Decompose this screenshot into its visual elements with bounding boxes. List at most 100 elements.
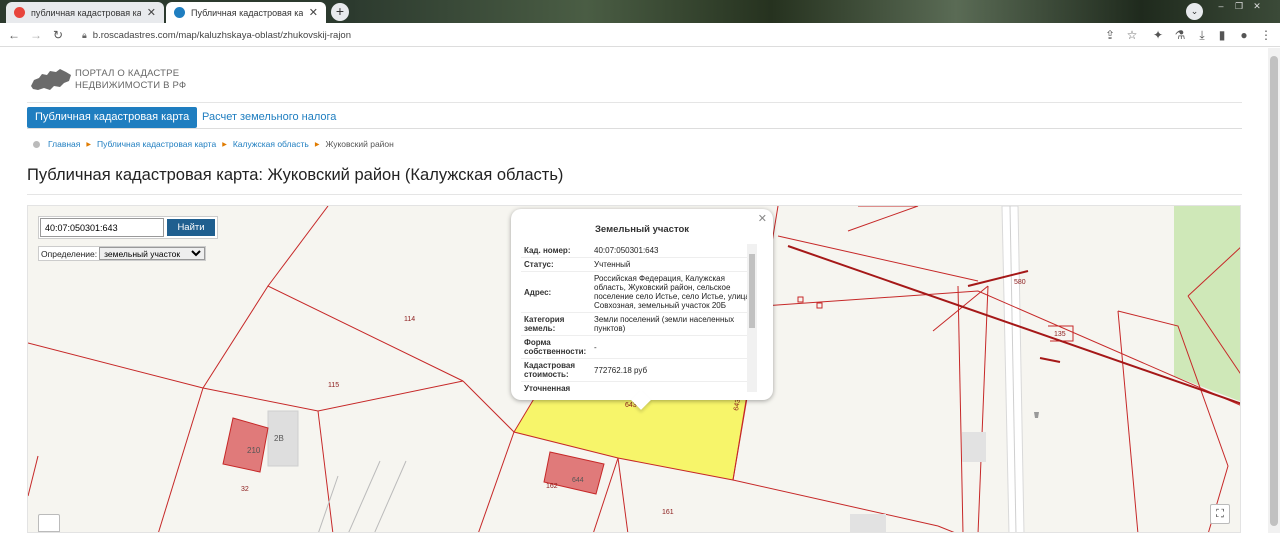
page-scroll-thumb[interactable] bbox=[1270, 56, 1278, 526]
building-label: 644 bbox=[572, 477, 584, 484]
popup-title: Земельный участок bbox=[594, 224, 690, 235]
parcel-label: 161 bbox=[662, 509, 674, 516]
marker bbox=[816, 302, 823, 309]
forward-icon[interactable]: → bbox=[28, 27, 44, 43]
breadcrumb-region[interactable]: Калужская область bbox=[233, 139, 309, 149]
parcel-label: 162 bbox=[546, 483, 558, 490]
find-button[interactable]: Найти bbox=[167, 219, 215, 236]
row-key: Уточненная bbox=[521, 381, 591, 392]
trash-icon bbox=[1034, 412, 1039, 418]
address-bar[interactable]: 🔒︎ b.roscadastres.com/map/kaluzhskaya-ob… bbox=[74, 25, 1154, 45]
breadcrumb: Главная ▶ Публичная кадастровая карта ▶ … bbox=[33, 139, 394, 149]
maximize-icon[interactable]: ❐ bbox=[1230, 0, 1248, 14]
russia-map-icon bbox=[31, 69, 71, 90]
browser-toolbar: ← → ↻ 🔒︎ b.roscadastres.com/map/kaluzhsk… bbox=[0, 23, 1280, 47]
browser-tab-1[interactable]: публичная кадастровая карта ж ✕ bbox=[6, 2, 164, 23]
page-title: Публичная кадастровая карта: Жуковский р… bbox=[27, 166, 564, 184]
parcel-label: 32 bbox=[241, 486, 249, 493]
table-row: Кад. номер: 40:07:050301:643 bbox=[521, 244, 757, 258]
popup-scrollbar[interactable] bbox=[747, 244, 757, 392]
zoom-control[interactable] bbox=[38, 514, 60, 532]
building-label: 2В bbox=[274, 434, 284, 443]
tabbar-background bbox=[355, 0, 1280, 23]
definition-row: Определение: земельный участок bbox=[38, 246, 207, 261]
site-favicon-icon bbox=[174, 7, 185, 18]
row-key: Кадастровая стоимость: bbox=[521, 358, 591, 382]
cadastral-map[interactable]: 114 115 32 162 161 580 135 643 643 210 2… bbox=[27, 205, 1241, 533]
share-icon[interactable]: ⇪ bbox=[1102, 27, 1118, 43]
bookmark-star-icon[interactable]: ☆ bbox=[1124, 27, 1140, 43]
page-scrollbar[interactable] bbox=[1268, 48, 1280, 533]
close-tab-icon[interactable]: ✕ bbox=[147, 6, 156, 19]
window-close-icon[interactable]: ✕ bbox=[1248, 0, 1266, 14]
road-edge bbox=[318, 475, 339, 532]
breadcrumb-current: Жуковский район bbox=[325, 139, 394, 149]
parcel-label: 114 bbox=[404, 316, 415, 323]
extensions-icon[interactable]: ✦ bbox=[1150, 27, 1166, 43]
url-text: b.roscadastres.com/map/kaluzhskaya-oblas… bbox=[92, 29, 351, 41]
green-area bbox=[1174, 206, 1240, 402]
nav-underline bbox=[27, 128, 1242, 129]
table-row: Уточненная bbox=[521, 381, 757, 392]
tab-title: Публичная кадастровая карта: Ж bbox=[191, 7, 303, 18]
breadcrumb-arrow-icon: ▶ bbox=[314, 141, 320, 148]
row-key: Статус: bbox=[521, 257, 591, 272]
popup-scroll-thumb[interactable] bbox=[749, 254, 755, 328]
cadastral-number-input[interactable] bbox=[40, 218, 164, 237]
breadcrumb-arrow-icon: ▶ bbox=[222, 141, 227, 148]
power-line bbox=[1039, 357, 1061, 363]
nav-tab-land-tax[interactable]: Расчет земельного налога bbox=[194, 107, 344, 128]
lab-icon[interactable]: ⚗ bbox=[1172, 27, 1188, 43]
download-icon[interactable]: ⤓ bbox=[1194, 27, 1210, 43]
building-unregistered bbox=[850, 514, 886, 532]
row-value: 772762.18 руб bbox=[591, 358, 757, 382]
minimize-icon[interactable]: – bbox=[1212, 0, 1230, 14]
road-edge bbox=[348, 460, 381, 532]
row-value: Земли поселений (земли населенных пункто… bbox=[591, 312, 757, 336]
row-key: Категория земель: bbox=[521, 312, 591, 336]
reload-icon[interactable]: ↻ bbox=[50, 27, 66, 43]
building-label: 210 bbox=[247, 446, 261, 455]
divider bbox=[27, 194, 1242, 195]
menu-icon[interactable]: ⋮ bbox=[1258, 27, 1274, 43]
breadcrumb-home[interactable]: Главная bbox=[48, 139, 80, 149]
lock-icon: 🔒︎ bbox=[82, 29, 87, 40]
browser-tab-bar: публичная кадастровая карта ж ✕ Публична… bbox=[0, 0, 1280, 23]
popup-body: Кад. номер: 40:07:050301:643 Статус: Учтен… bbox=[521, 244, 757, 392]
site-logo[interactable]: ПОРТАЛ О КАДАСТРЕ НЕДВИЖИМОСТИ В РФ bbox=[30, 64, 190, 100]
parcel-label: 580 bbox=[1014, 279, 1026, 286]
row-value: - bbox=[591, 335, 757, 359]
road-edge bbox=[374, 460, 407, 532]
location-pin-icon bbox=[33, 140, 40, 148]
tab-title: публичная кадастровая карта ж bbox=[31, 7, 141, 18]
row-key: Форма собственности: bbox=[521, 335, 591, 359]
browser-tab-2[interactable]: Публичная кадастровая карта: Ж ✕ bbox=[166, 2, 326, 23]
logo-line-1: ПОРТАЛ О КАДАСТРЕ bbox=[75, 68, 180, 79]
tab-search-icon[interactable]: ⌄ bbox=[1186, 3, 1203, 20]
map-search-bar: Найти bbox=[38, 216, 218, 239]
back-icon[interactable]: ← bbox=[6, 27, 22, 43]
breadcrumb-public-map[interactable]: Публичная кадастровая карта bbox=[97, 139, 216, 149]
table-row: Кадастровая стоимость: 772762.18 руб bbox=[521, 358, 757, 382]
new-tab-button[interactable]: + bbox=[331, 3, 349, 21]
row-key: Кад. номер: bbox=[521, 244, 591, 258]
logo-line-2: НЕДВИЖИМОСТИ В РФ bbox=[75, 80, 187, 91]
table-row: Адрес: Российская Федерация, Калужская об… bbox=[521, 271, 757, 313]
row-key: Адрес: bbox=[521, 271, 591, 313]
definition-select[interactable]: земельный участок bbox=[99, 247, 206, 260]
table-row: Статус: Учтенный bbox=[521, 257, 757, 272]
close-tab-icon[interactable]: ✕ bbox=[309, 6, 318, 19]
profile-icon[interactable]: ● bbox=[1236, 27, 1252, 43]
parcel-label: 135 bbox=[1054, 331, 1066, 338]
row-value bbox=[591, 381, 757, 392]
building-registered[interactable] bbox=[222, 417, 269, 473]
row-value: Российская Федерация, Калужская область,… bbox=[591, 271, 757, 313]
web-page: ПОРТАЛ О КАДАСТРЕ НЕДВИЖИМОСТИ В РФ Публ… bbox=[0, 48, 1268, 533]
fullscreen-icon[interactable]: ⛶ bbox=[1210, 504, 1230, 524]
parcel-label: 115 bbox=[328, 382, 339, 389]
nav-tab-public-map[interactable]: Публичная кадастровая карта bbox=[27, 107, 198, 128]
building-unregistered bbox=[962, 432, 986, 462]
side-panel-icon[interactable]: ▮ bbox=[1214, 27, 1230, 43]
marker bbox=[797, 296, 804, 303]
row-value: Учтенный bbox=[591, 257, 757, 272]
